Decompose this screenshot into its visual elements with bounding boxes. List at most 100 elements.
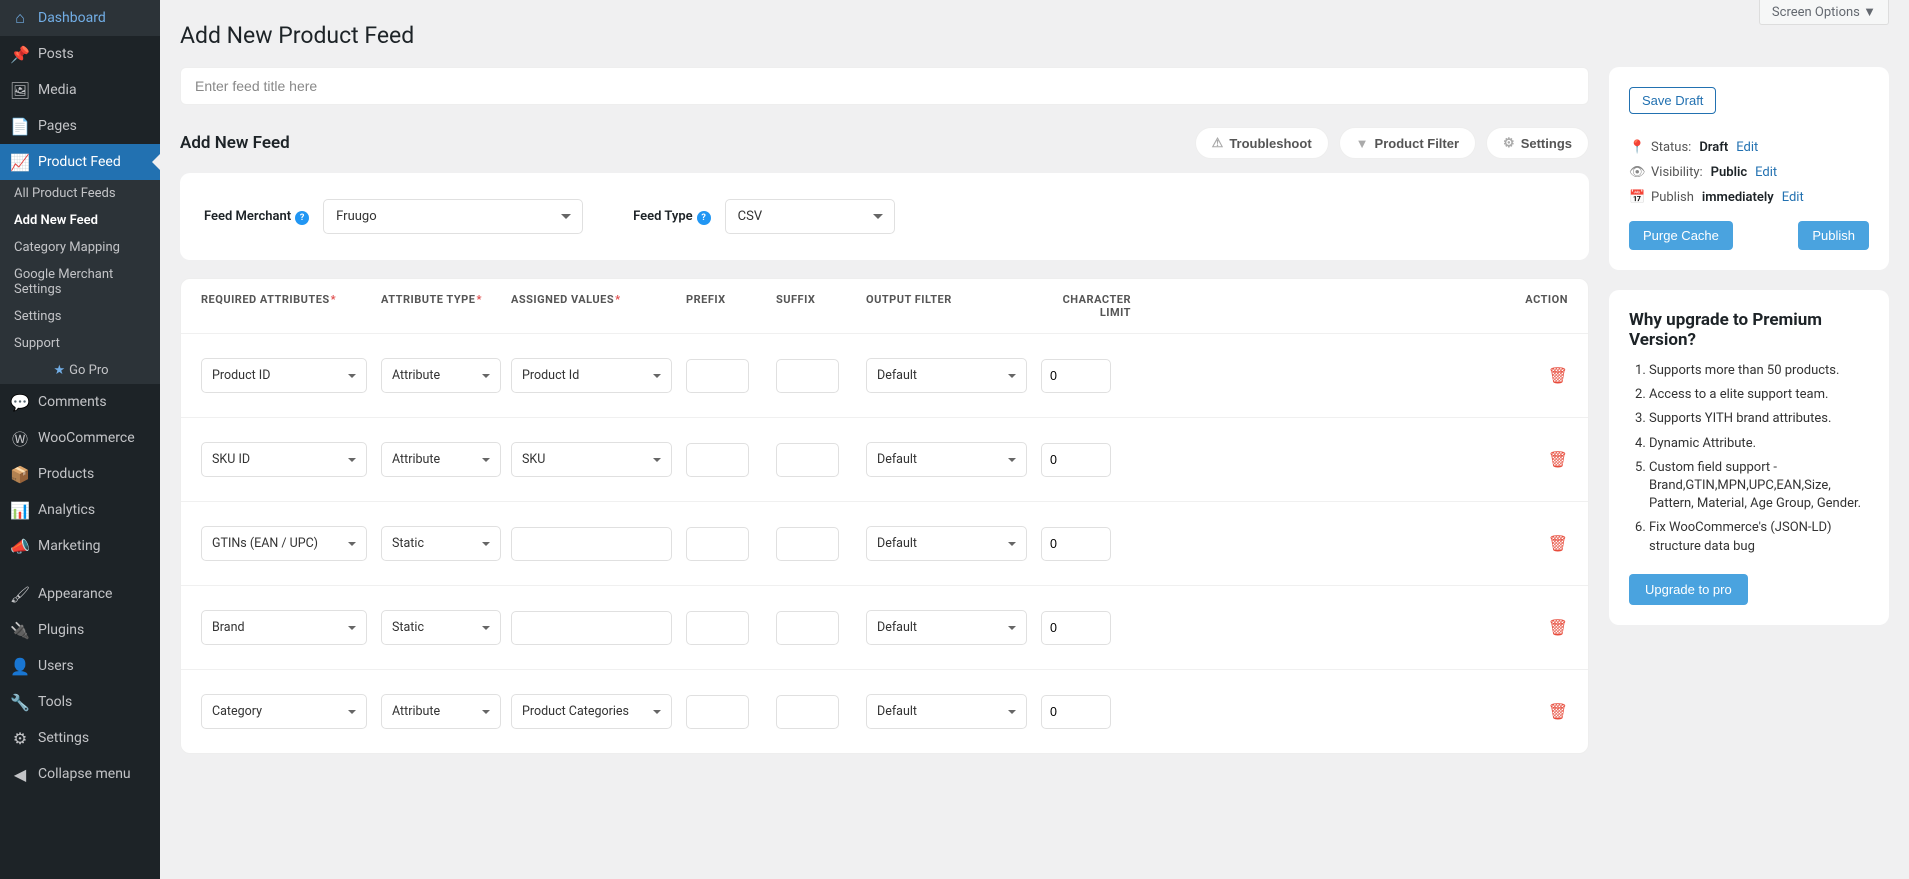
page-title: Add New Product Feed	[180, 22, 1889, 49]
sidebar-sub-all-feeds[interactable]: All Product Feeds	[0, 180, 160, 207]
settings-button[interactable]: ⚙Settings	[1486, 127, 1589, 159]
output-filter-select[interactable]: Default	[866, 526, 1027, 561]
comments-icon: 💬	[10, 392, 30, 412]
table-header: REQUIRED ATTRIBUTES* ATTRIBUTE TYPE* ASS…	[181, 279, 1588, 333]
output-filter-select[interactable]: Default	[866, 610, 1027, 645]
output-filter-select[interactable]: Default	[866, 442, 1027, 477]
sidebar-item-posts[interactable]: 📌Posts	[0, 36, 160, 72]
assigned-value-input[interactable]	[511, 611, 672, 645]
marketing-icon: 📣	[10, 536, 30, 556]
sidebar-item-users[interactable]: 👤Users	[0, 648, 160, 684]
status-line: 📍Status: Draft Edit	[1629, 140, 1869, 155]
delete-row-button[interactable]: 🗑	[1548, 618, 1568, 638]
feed-merchant-label: Feed Merchant?	[204, 209, 309, 225]
sidebar-item-product-feed[interactable]: 📈Product Feed	[0, 144, 160, 180]
character-limit-input[interactable]	[1041, 695, 1111, 729]
required-attribute-select[interactable]: Product ID	[201, 358, 367, 393]
character-limit-input[interactable]	[1041, 443, 1111, 477]
users-icon: 👤	[10, 656, 30, 676]
trash-icon: 🗑	[1548, 452, 1568, 469]
chevron-down-icon: ▼	[1863, 5, 1876, 20]
attribute-type-select[interactable]: Attribute	[381, 694, 501, 729]
edit-visibility-link[interactable]: Edit	[1755, 165, 1777, 180]
feed-merchant-select[interactable]: Fruugo	[323, 199, 583, 234]
required-attribute-select[interactable]: SKU ID	[201, 442, 367, 477]
troubleshoot-button[interactable]: ⚠Troubleshoot	[1195, 127, 1329, 159]
sidebar-item-collapse[interactable]: ◀Collapse menu	[0, 756, 160, 792]
trash-icon: 🗑	[1548, 704, 1568, 721]
suffix-input[interactable]	[776, 443, 839, 477]
upgrade-list-item: Dynamic Attribute.	[1649, 435, 1869, 453]
sidebar-sub-add-new[interactable]: Add New Feed	[0, 207, 160, 234]
attribute-type-select[interactable]: Attribute	[381, 442, 501, 477]
delete-row-button[interactable]: 🗑	[1548, 702, 1568, 722]
chart-icon: 📈	[10, 152, 30, 172]
assigned-value-select[interactable]: Product Id	[511, 358, 672, 393]
character-limit-input[interactable]	[1041, 359, 1111, 393]
sidebar-item-comments[interactable]: 💬Comments	[0, 384, 160, 420]
prefix-input[interactable]	[686, 527, 749, 561]
assigned-value-select[interactable]: Product Categories	[511, 694, 672, 729]
sidebar-item-pages[interactable]: 📄Pages	[0, 108, 160, 144]
warning-icon: ⚠	[1212, 135, 1224, 151]
required-attribute-select[interactable]: Brand	[201, 610, 367, 645]
pin-icon: 📌	[10, 44, 30, 64]
sidebar-item-plugins[interactable]: 🔌Plugins	[0, 612, 160, 648]
help-icon[interactable]: ?	[697, 211, 711, 225]
upgrade-button[interactable]: Upgrade to pro	[1629, 574, 1748, 605]
required-attribute-select[interactable]: Category	[201, 694, 367, 729]
sidebar-item-tools[interactable]: 🔧Tools	[0, 684, 160, 720]
attribute-type-select[interactable]: Attribute	[381, 358, 501, 393]
visibility-line: 👁Visibility: Public Edit	[1629, 165, 1869, 180]
sidebar-item-settings[interactable]: ⚙Settings	[0, 720, 160, 756]
prefix-input[interactable]	[686, 359, 749, 393]
upgrade-list-item: Supports YITH brand attributes.	[1649, 410, 1869, 428]
delete-row-button[interactable]: 🗑	[1548, 534, 1568, 554]
suffix-input[interactable]	[776, 527, 839, 561]
trash-icon: 🗑	[1548, 536, 1568, 553]
publish-button[interactable]: Publish	[1798, 221, 1869, 250]
output-filter-select[interactable]: Default	[866, 358, 1027, 393]
screen-options-button[interactable]: Screen Options ▼	[1759, 0, 1889, 25]
suffix-input[interactable]	[776, 695, 839, 729]
prefix-input[interactable]	[686, 443, 749, 477]
edit-status-link[interactable]: Edit	[1736, 140, 1758, 155]
feed-type-label: Feed Type?	[633, 209, 711, 225]
sidebar-item-dashboard[interactable]: ⌂Dashboard	[0, 0, 160, 36]
sidebar-item-products[interactable]: 📦Products	[0, 456, 160, 492]
main-content: Screen Options ▼ Add New Product Feed Ad…	[160, 0, 1909, 879]
sidebar-sub-google-merchant[interactable]: Google Merchant Settings	[0, 261, 160, 303]
required-attribute-select[interactable]: GTINs (EAN / UPC)	[201, 526, 367, 561]
attribute-type-select[interactable]: Static	[381, 526, 501, 561]
sidebar-item-analytics[interactable]: 📊Analytics	[0, 492, 160, 528]
attribute-type-select[interactable]: Static	[381, 610, 501, 645]
sidebar-sub-go-pro[interactable]: ★Go Pro	[0, 357, 160, 384]
character-limit-input[interactable]	[1041, 611, 1111, 645]
section-title: Add New Feed	[180, 133, 290, 153]
feed-type-select[interactable]: CSV	[725, 199, 895, 234]
sidebar-sub-settings[interactable]: Settings	[0, 303, 160, 330]
prefix-input[interactable]	[686, 695, 749, 729]
sidebar-sub-support[interactable]: Support	[0, 330, 160, 357]
sidebar-sub-category-mapping[interactable]: Category Mapping	[0, 234, 160, 261]
product-filter-button[interactable]: ▼Product Filter	[1339, 127, 1476, 159]
feed-title-input[interactable]	[180, 67, 1589, 105]
help-icon[interactable]: ?	[295, 211, 309, 225]
woocommerce-icon: Ⓦ	[10, 428, 30, 448]
prefix-input[interactable]	[686, 611, 749, 645]
assigned-value-select[interactable]: SKU	[511, 442, 672, 477]
sidebar-item-appearance[interactable]: 🖌Appearance	[0, 576, 160, 612]
character-limit-input[interactable]	[1041, 527, 1111, 561]
sidebar-item-marketing[interactable]: 📣Marketing	[0, 528, 160, 564]
assigned-value-input[interactable]	[511, 527, 672, 561]
delete-row-button[interactable]: 🗑	[1548, 366, 1568, 386]
suffix-input[interactable]	[776, 359, 839, 393]
sidebar-item-media[interactable]: 🖼Media	[0, 72, 160, 108]
suffix-input[interactable]	[776, 611, 839, 645]
save-draft-button[interactable]: Save Draft	[1629, 87, 1716, 114]
output-filter-select[interactable]: Default	[866, 694, 1027, 729]
purge-cache-button[interactable]: Purge Cache	[1629, 221, 1733, 250]
sidebar-item-woocommerce[interactable]: ⓌWooCommerce	[0, 420, 160, 456]
delete-row-button[interactable]: 🗑	[1548, 450, 1568, 470]
edit-publish-link[interactable]: Edit	[1782, 190, 1804, 205]
